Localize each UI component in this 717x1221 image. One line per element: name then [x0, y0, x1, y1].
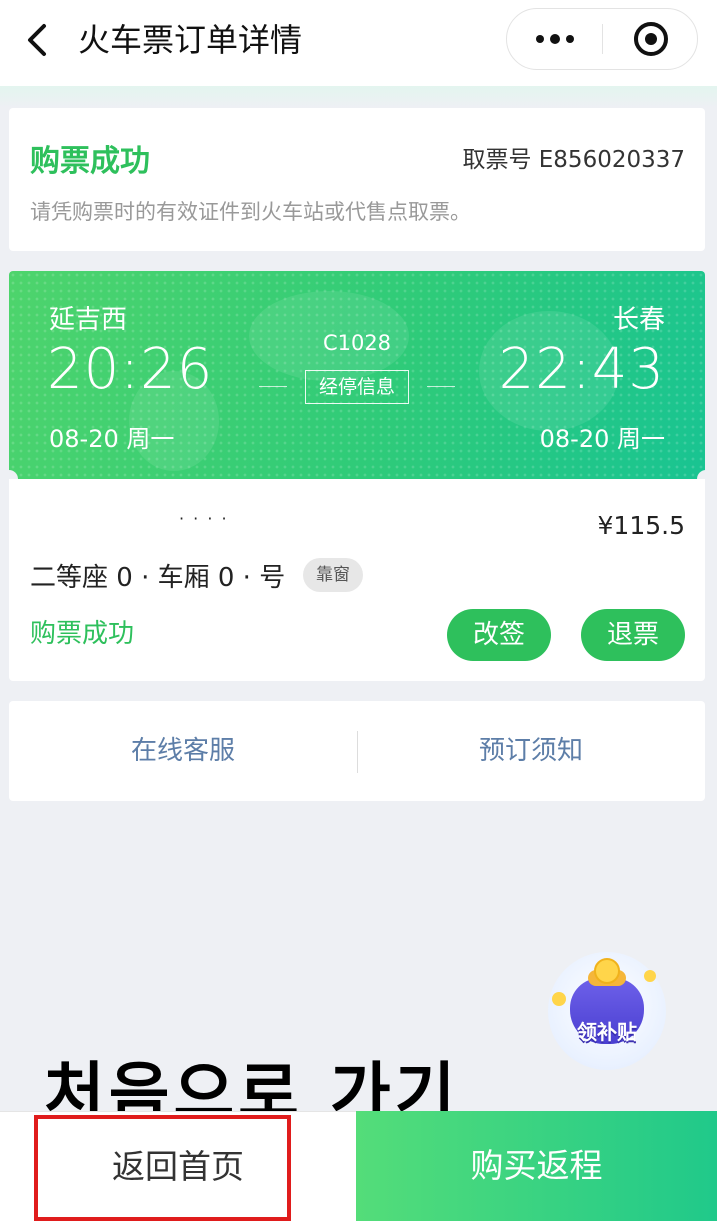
order-status-card: 购票成功 取票号 E856020337 请凭购票时的有效证件到火车站或代售点取票… — [9, 108, 705, 251]
change-ticket-button[interactable]: 改签 — [447, 609, 551, 661]
buy-return-trip-button[interactable]: 购买返程 — [356, 1111, 717, 1221]
close-target-icon[interactable] — [603, 9, 698, 69]
return-home-button[interactable]: 返回首页 — [0, 1111, 356, 1221]
departure-date: 08-20 周一 — [49, 425, 175, 453]
subsidy-label: 领补贴 — [577, 1020, 637, 1044]
online-service-link[interactable]: 在线客服 — [9, 701, 357, 801]
page-title: 火车票订单详情 — [78, 21, 303, 59]
bottom-action-bar: 返回首页 购买返程 — [0, 1111, 717, 1221]
nav-bar: 火车票订单详情 — [0, 0, 717, 86]
seat-info: 二等座 0 · 车厢 0 · 号 — [30, 563, 286, 593]
stop-info-button[interactable]: 经停信息 — [305, 370, 409, 404]
arrival-date: 08-20 周一 — [539, 425, 665, 453]
arrival-station: 长春 — [612, 305, 665, 335]
refund-ticket-button[interactable]: 退票 — [581, 609, 685, 661]
more-icon[interactable] — [507, 9, 602, 69]
window-seat-badge: 靠窗 — [303, 558, 363, 592]
departure-station: 延吉西 — [49, 305, 128, 335]
service-links-card: 在线客服 预订须知 — [9, 701, 705, 801]
train-number: C1028 — [322, 331, 392, 355]
arrival-time: 22:43 — [498, 337, 665, 402]
header-gradient — [0, 86, 717, 108]
passenger-name: · · · · — [179, 509, 229, 528]
ticket-price: ¥115.5 — [597, 511, 685, 540]
route-line-right — [427, 386, 455, 387]
coin-icon — [552, 992, 566, 1006]
departure-time: 20:26 — [47, 337, 214, 402]
coin-icon — [644, 970, 656, 982]
coin-icon — [594, 958, 620, 984]
passenger-ticket-card: · · · · ¥115.5 二等座 0 · 车厢 0 · 号 靠窗 购票成功 … — [9, 479, 705, 681]
ticket-status: 购票成功 — [30, 619, 135, 649]
order-status-title: 购票成功 — [30, 144, 150, 179]
back-arrow-icon[interactable] — [18, 18, 62, 62]
subsidy-badge[interactable]: 领补贴 — [548, 952, 666, 1070]
route-line-left — [259, 386, 287, 387]
mini-program-capsule — [506, 8, 698, 70]
pickup-instructions: 请凭购票时的有效证件到火车站或代售点取票。 — [30, 200, 471, 224]
booking-notice-link[interactable]: 预订须知 — [357, 701, 705, 801]
pickup-number: 取票号 E856020337 — [462, 147, 685, 173]
train-info-card: 延吉西 20:26 08-20 周一 C1028 经停信息 长春 22:43 0… — [9, 271, 705, 479]
